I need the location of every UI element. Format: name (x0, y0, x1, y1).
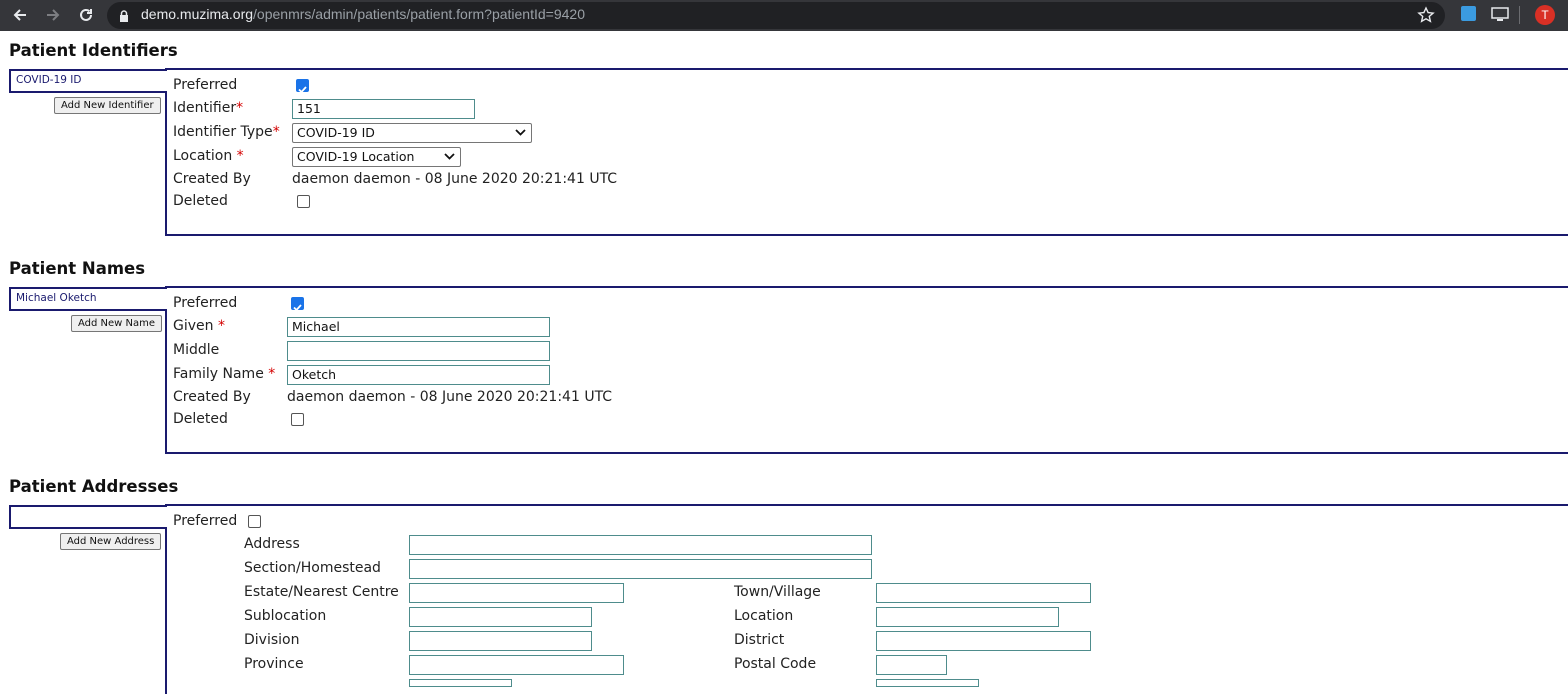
identifier-type-label-text: Identifier Type (173, 124, 273, 140)
url-text: demo.muzima.org/openmrs/admin/patients/p… (141, 6, 585, 22)
address-input[interactable] (409, 535, 872, 555)
identifier-type-label: Identifier Type* (173, 124, 280, 140)
identifier-type-select[interactable]: COVID-19 ID (292, 123, 532, 143)
extension-sync-icon[interactable] (1461, 6, 1476, 21)
lock-icon (119, 8, 129, 27)
given-name-input[interactable]: Michael (287, 317, 550, 337)
address-preferred-label: Preferred (173, 513, 238, 529)
checkmark-icon (298, 86, 307, 94)
district-label: District (734, 632, 785, 648)
town-village-input[interactable] (876, 583, 1091, 603)
reload-icon[interactable] (75, 4, 97, 26)
given-name-label: Given * (173, 318, 225, 334)
district-input[interactable] (876, 631, 1091, 651)
given-name-label-text: Given (173, 318, 214, 334)
estate-input[interactable] (409, 583, 624, 603)
next-row-input[interactable] (409, 679, 512, 687)
identifier-location-label: Location * (173, 148, 244, 164)
identifier-preferred-checkbox[interactable] (296, 79, 309, 94)
required-asterisk: * (268, 366, 276, 382)
addresses-section-title: Patient Addresses (9, 477, 179, 496)
postal-code-label: Postal Code (734, 656, 817, 672)
section-homestead-label: Section/Homestead (244, 560, 381, 576)
identifier-input[interactable]: 151 (292, 99, 475, 119)
family-name-label: Family Name * (173, 366, 275, 382)
identifier-location-value: COVID-19 Location (297, 149, 415, 164)
middle-name-label: Middle (173, 342, 220, 358)
chevron-down-icon (444, 153, 455, 160)
identifiers-section-title: Patient Identifiers (9, 41, 178, 60)
checkmark-icon (293, 304, 302, 312)
identifier-type-value: COVID-19 ID (297, 125, 375, 140)
bookmark-star-icon[interactable] (1417, 6, 1435, 28)
division-label: Division (244, 632, 300, 648)
sublocation-label: Sublocation (244, 608, 327, 624)
name-deleted-label: Deleted (173, 411, 228, 427)
family-name-input[interactable]: Oketch (287, 365, 550, 385)
add-new-identifier-button[interactable]: Add New Identifier (54, 97, 161, 114)
identifier-created-by-value: daemon daemon - 08 June 2020 20:21:41 UT… (292, 171, 618, 187)
province-input[interactable] (409, 655, 624, 675)
url-path: /openmrs/admin/patients/patient.form?pat… (253, 6, 585, 22)
estate-label: Estate/Nearest Centre (244, 584, 399, 600)
province-label: Province (244, 656, 304, 672)
identifier-created-by-label: Created By (173, 171, 251, 187)
town-village-label: Town/Village (734, 584, 821, 600)
postal-code-input[interactable] (876, 655, 947, 675)
section-homestead-input[interactable] (409, 559, 872, 579)
chevron-down-icon (515, 129, 526, 136)
family-name-label-text: Family Name (173, 366, 264, 382)
identifier-location-label-text: Location (173, 148, 233, 164)
name-deleted-checkbox[interactable] (291, 413, 304, 426)
required-asterisk: * (236, 148, 244, 164)
required-asterisk: * (236, 100, 244, 116)
add-new-address-button[interactable]: Add New Address (60, 533, 162, 550)
identifier-location-select[interactable]: COVID-19 Location (292, 147, 461, 167)
division-input[interactable] (409, 631, 592, 651)
identifier-label: Identifier* (173, 100, 243, 116)
toolbar-divider (1519, 6, 1520, 24)
address-tab[interactable] (9, 505, 167, 529)
back-arrow-icon[interactable] (9, 4, 31, 26)
name-tab[interactable]: Michael Oketch (9, 287, 167, 311)
name-created-by-value: daemon daemon - 08 June 2020 20:21:41 UT… (287, 389, 613, 405)
identifier-label-text: Identifier (173, 100, 237, 116)
sublocation-input[interactable] (409, 607, 592, 627)
url-host: demo.muzima.org (141, 6, 254, 22)
address-location-input[interactable] (876, 607, 1059, 627)
browser-toolbar: demo.muzima.org/openmrs/admin/patients/p… (0, 0, 1568, 31)
identifier-deleted-checkbox[interactable] (297, 195, 310, 208)
address-bar[interactable]: demo.muzima.org/openmrs/admin/patients/p… (107, 2, 1445, 29)
cast-screen-icon[interactable] (1491, 7, 1509, 26)
forward-arrow-icon[interactable] (42, 4, 64, 26)
address-location-label: Location (734, 608, 794, 624)
identifier-deleted-label: Deleted (173, 193, 228, 209)
name-created-by-label: Created By (173, 389, 251, 405)
name-preferred-checkbox[interactable] (291, 297, 304, 312)
identifier-preferred-label: Preferred (173, 77, 238, 93)
required-asterisk: * (217, 318, 225, 334)
address-preferred-checkbox[interactable] (248, 515, 261, 528)
middle-name-input[interactable] (287, 341, 550, 361)
add-new-name-button[interactable]: Add New Name (71, 315, 163, 332)
next-row-input[interactable] (876, 679, 979, 687)
profile-avatar[interactable]: T (1535, 5, 1555, 25)
required-asterisk: * (272, 124, 280, 140)
identifier-tab[interactable]: COVID-19 ID (9, 69, 167, 93)
name-preferred-label: Preferred (173, 295, 238, 311)
address-label: Address (244, 536, 300, 552)
names-section-title: Patient Names (9, 259, 146, 278)
